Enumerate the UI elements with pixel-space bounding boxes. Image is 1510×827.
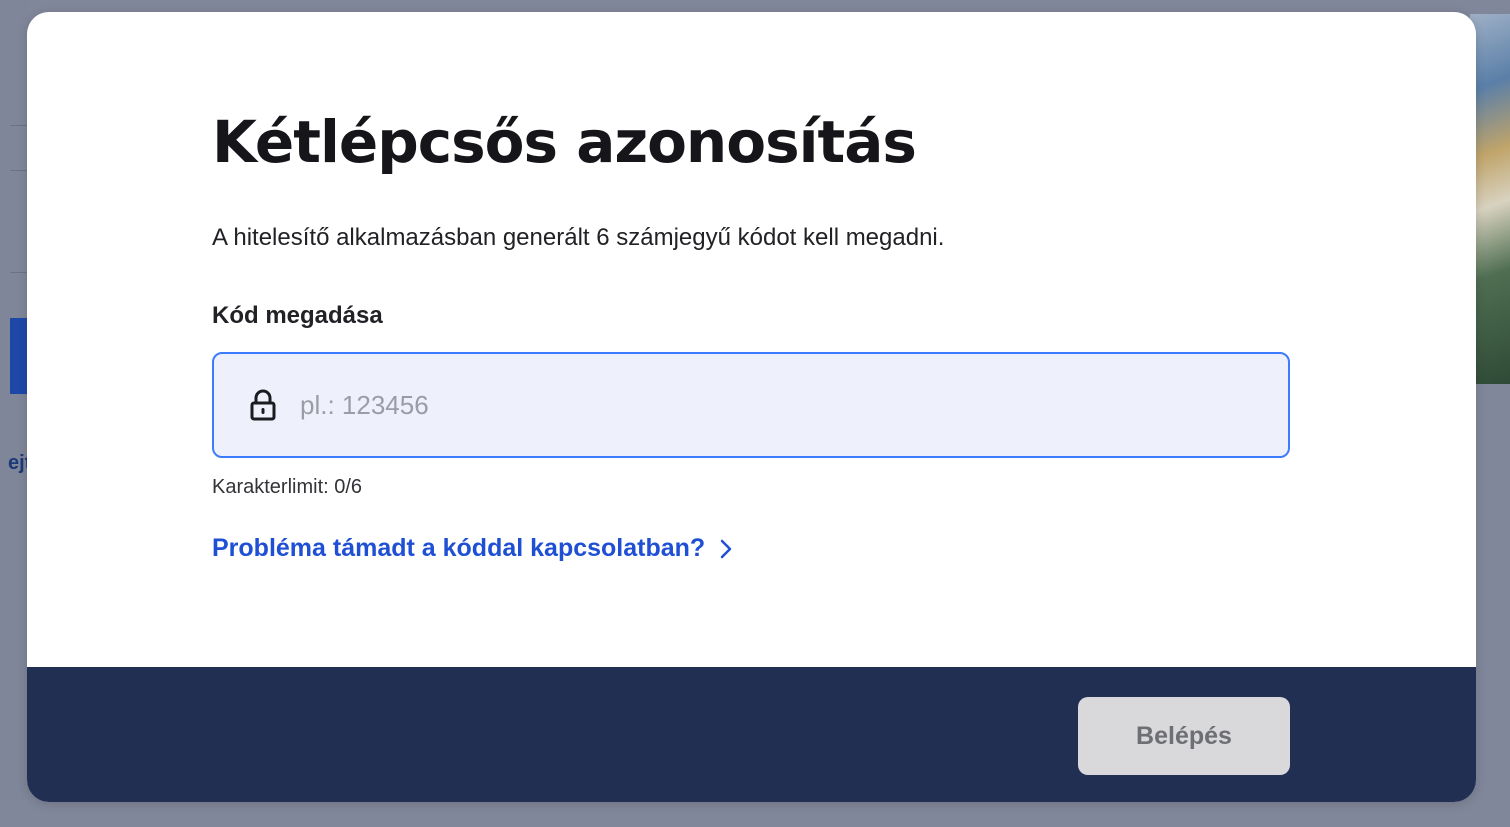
background-sidebar	[0, 0, 30, 827]
modal-description: A hitelesítő alkalmazásban generált 6 sz…	[212, 224, 945, 251]
lock-icon	[246, 388, 280, 422]
login-button[interactable]: Belépés	[1078, 697, 1290, 775]
code-problem-link-label: Probléma támadt a kóddal kapcsolatban?	[212, 534, 706, 562]
chevron-right-icon	[719, 538, 733, 560]
background-strip	[0, 800, 1510, 827]
code-input[interactable]	[298, 374, 1202, 436]
char-limit-counter: Karakterlimit: 0/6	[212, 476, 363, 498]
code-field-label: Kód megadása	[212, 302, 383, 329]
background-photo	[1470, 14, 1510, 384]
modal-title: Kétlépcsős azonosítás	[212, 108, 917, 176]
code-problem-link[interactable]: Probléma támadt a kóddal kapcsolatban?	[212, 534, 733, 563]
two-factor-modal: Kétlépcsős azonosítás A hitelesítő alkal…	[27, 12, 1476, 802]
modal-footer: Belépés	[27, 667, 1476, 802]
code-input-wrapper[interactable]	[212, 352, 1290, 458]
